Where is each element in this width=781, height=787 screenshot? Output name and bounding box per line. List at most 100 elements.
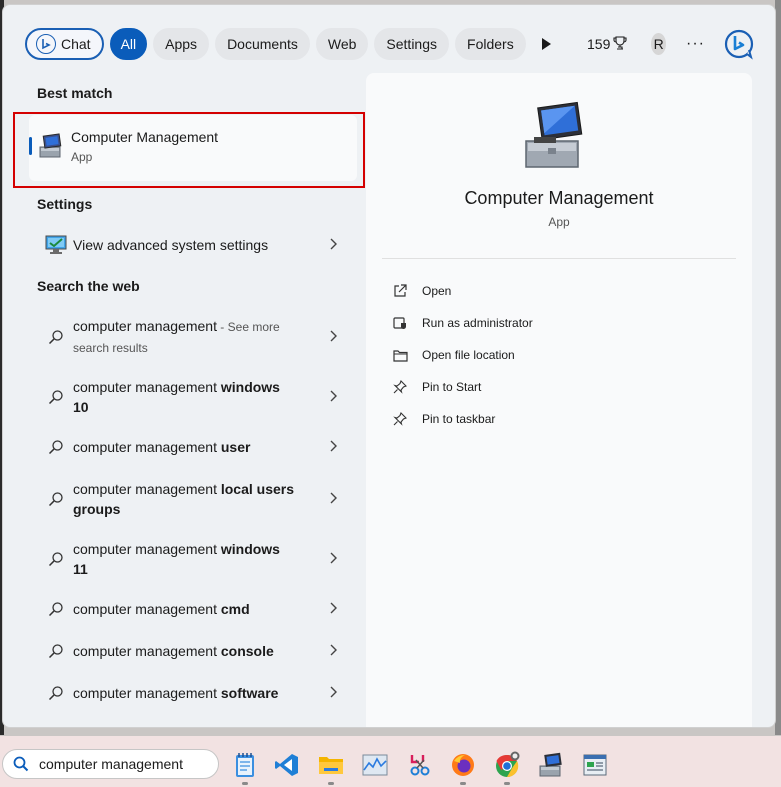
action-pin-to-start[interactable]: Pin to Start <box>392 379 481 395</box>
more-options-button[interactable]: ··· <box>686 35 705 53</box>
action-open-file-location[interactable]: Open file location <box>392 347 515 363</box>
query-text: computer management <box>73 481 221 497</box>
separator: - <box>216 320 228 334</box>
web-result-text: computer management windows 10 <box>73 377 288 417</box>
chevron-right-icon[interactable] <box>329 643 337 659</box>
query-text: computer management <box>73 439 221 455</box>
chrome-taskbar-icon[interactable] <box>493 751 521 785</box>
filter-all[interactable]: All <box>109 28 148 60</box>
computer-management-large-icon <box>522 101 594 178</box>
action-label: Run as administrator <box>422 316 533 330</box>
web-result-item[interactable]: computer management software <box>29 681 357 705</box>
trophy-icon <box>613 35 627 53</box>
firefox-taskbar-icon[interactable] <box>449 751 477 785</box>
running-indicator <box>460 782 466 785</box>
query-text: computer management <box>73 379 221 395</box>
notepad-taskbar-icon[interactable] <box>231 751 259 785</box>
running-indicator <box>328 782 334 785</box>
chevron-right-icon[interactable] <box>329 237 337 253</box>
pin-icon <box>392 411 408 427</box>
filter-folders[interactable]: Folders <box>455 28 526 60</box>
detail-title: Computer Management <box>464 188 654 208</box>
running-indicator <box>242 782 248 785</box>
chevron-right-icon[interactable] <box>329 601 337 617</box>
query-text: computer management <box>73 643 221 659</box>
action-label: Pin to taskbar <box>422 412 496 426</box>
action-run-as-admin[interactable]: Run as administrator <box>392 315 533 331</box>
performance-monitor-taskbar-icon[interactable] <box>361 751 389 779</box>
query-suggestion: user <box>220 439 251 455</box>
web-result-text: computer management cmd <box>73 599 313 619</box>
filter-documents[interactable]: Documents <box>215 28 310 60</box>
web-result-item[interactable]: computer management windows 11 <box>29 537 357 581</box>
query-text: computer management <box>73 541 221 557</box>
computer-management-taskbar-icon[interactable] <box>537 751 565 779</box>
query-text: computer management <box>73 601 221 617</box>
search-icon <box>43 439 69 455</box>
control-panel-taskbar-icon[interactable] <box>581 751 609 779</box>
chevron-right-icon[interactable] <box>329 491 337 507</box>
filter-bar: Chat All Apps Documents Web Settings Fol… <box>25 27 755 61</box>
highlight-annotation-box <box>13 112 365 188</box>
web-result-item[interactable]: computer management console <box>29 639 357 663</box>
web-search-header: Search the web <box>37 278 140 294</box>
action-open[interactable]: Open <box>392 283 451 299</box>
action-label: Pin to Start <box>422 380 482 394</box>
bing-logo-icon[interactable] <box>723 28 755 60</box>
start-search-panel: Chat All Apps Documents Web Settings Fol… <box>2 4 776 728</box>
query-suggestion: console <box>220 643 274 659</box>
snipping-tool-taskbar-icon[interactable] <box>406 751 434 779</box>
settings-result-advanced-system[interactable]: View advanced system settings <box>29 233 357 257</box>
web-result-text: computer management windows 11 <box>73 539 288 579</box>
avatar[interactable]: R <box>651 33 667 55</box>
web-result-item[interactable]: computer management local users groups <box>29 477 357 521</box>
system-settings-icon <box>43 235 69 255</box>
query-suggestion: software <box>220 685 279 701</box>
vscode-taskbar-icon[interactable] <box>273 751 301 779</box>
pin-icon <box>392 379 408 395</box>
file-explorer-taskbar-icon[interactable] <box>317 751 345 785</box>
search-icon <box>43 389 69 405</box>
search-icon <box>43 685 69 701</box>
chevron-right-icon[interactable] <box>329 389 337 405</box>
rewards-points[interactable]: 159 <box>587 35 627 53</box>
divider <box>382 258 736 259</box>
taskbar <box>0 736 781 787</box>
web-result-item[interactable]: computer management user <box>29 435 357 459</box>
chevron-right-icon[interactable] <box>329 551 337 567</box>
action-pin-to-taskbar[interactable]: Pin to taskbar <box>392 411 495 427</box>
taskbar-search-input[interactable] <box>39 756 209 772</box>
filter-web[interactable]: Web <box>315 28 369 60</box>
filter-settings[interactable]: Settings <box>374 28 450 60</box>
chat-button[interactable]: Chat <box>25 28 104 60</box>
running-indicator <box>504 782 510 785</box>
chevron-right-icon[interactable] <box>329 329 337 345</box>
chevron-right-icon[interactable] <box>329 439 337 455</box>
web-result-text: computer management - See more search re… <box>73 316 313 358</box>
action-label: Open file location <box>422 348 515 362</box>
results-list: Best match Computer Management App Setti… <box>3 77 365 727</box>
filter-apps[interactable]: Apps <box>153 28 210 60</box>
open-external-icon <box>392 283 408 299</box>
chevron-right-icon[interactable] <box>329 685 337 701</box>
shield-icon <box>392 315 408 331</box>
web-result-text: computer management user <box>73 437 313 457</box>
web-result-text: computer management local users groups <box>73 479 298 519</box>
search-icon <box>43 551 69 567</box>
web-result-text: computer management console <box>73 641 313 661</box>
web-result-item[interactable]: computer management - See more search re… <box>29 315 357 359</box>
query-text: computer management <box>73 318 217 334</box>
bing-chat-icon <box>36 34 56 54</box>
web-result-item[interactable]: computer management windows 10 <box>29 375 357 419</box>
web-result-item[interactable]: computer management cmd <box>29 597 357 621</box>
rewards-points-value: 159 <box>587 36 611 52</box>
folder-icon <box>392 347 408 363</box>
taskbar-search-box[interactable] <box>2 749 219 779</box>
action-label: Open <box>422 284 452 298</box>
more-filters-arrow-icon[interactable] <box>540 34 553 54</box>
chat-label: Chat <box>61 36 91 52</box>
query-text: computer management <box>73 685 221 701</box>
query-suggestion: cmd <box>220 601 250 617</box>
best-match-header: Best match <box>37 85 113 101</box>
search-icon <box>43 329 69 345</box>
